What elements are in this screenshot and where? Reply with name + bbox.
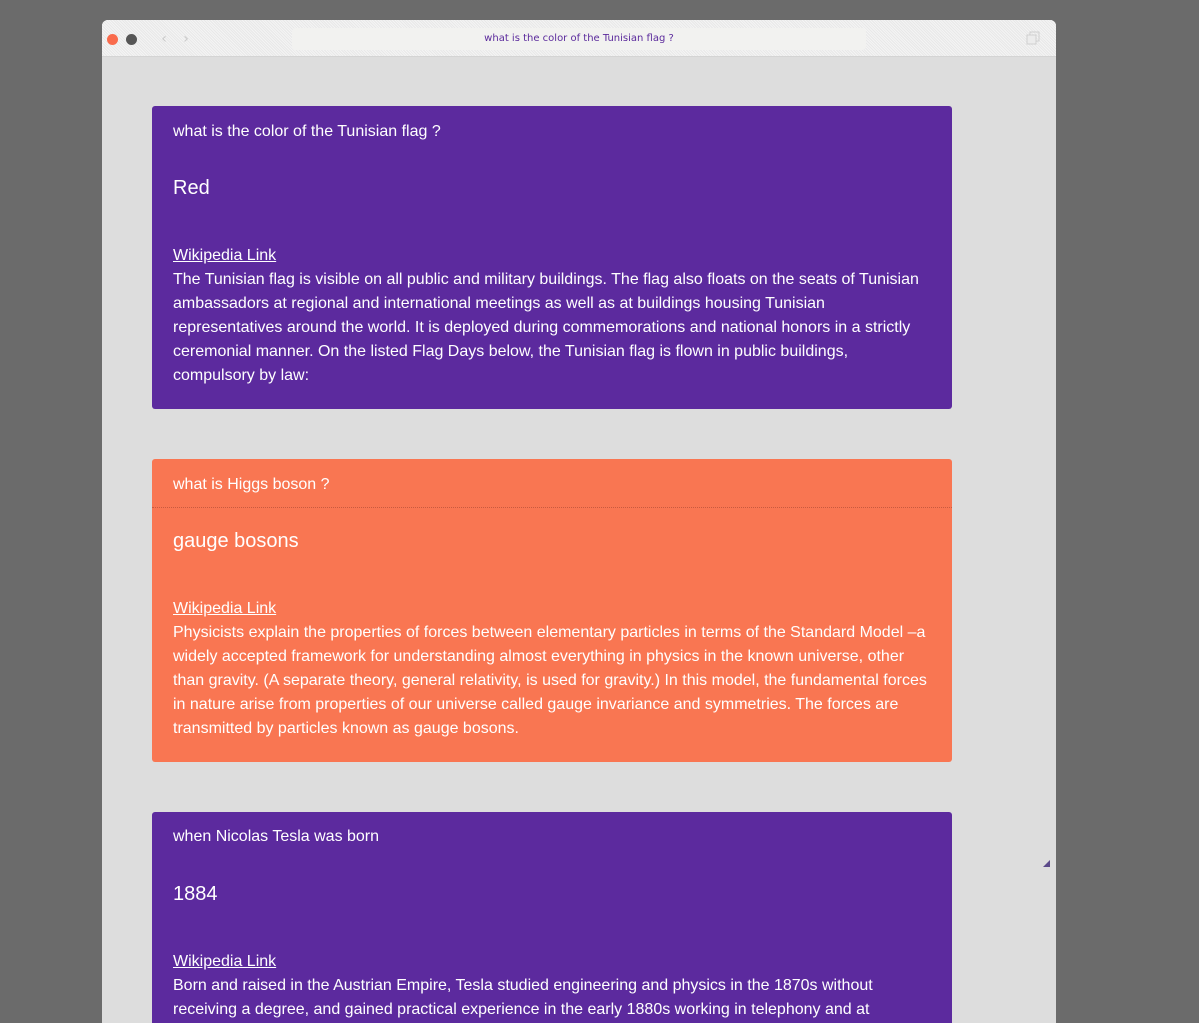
wikipedia-link[interactable]: Wikipedia Link bbox=[173, 244, 276, 268]
answer-text: gauge bosons bbox=[173, 530, 299, 552]
resize-handle[interactable] bbox=[1043, 860, 1050, 867]
qa-card: what is Higgs boson ? gauge bosons Wikip… bbox=[152, 459, 952, 762]
back-button[interactable]: ‹ bbox=[155, 29, 173, 49]
close-window-button[interactable] bbox=[107, 34, 118, 45]
wikipedia-link[interactable]: Wikipedia Link bbox=[173, 597, 276, 621]
browser-window: ‹ › what is the color of the Tunisian fl… bbox=[102, 20, 1056, 1023]
qa-card: when Nicolas Tesla was born 1884 Wikiped… bbox=[152, 812, 952, 1023]
question-divider bbox=[152, 507, 952, 508]
description-text: The Tunisian flag is visible on all publ… bbox=[173, 271, 919, 384]
question-text: what is Higgs boson ? bbox=[173, 476, 330, 493]
minimize-window-button[interactable] bbox=[126, 34, 137, 45]
tabs-overview-icon[interactable] bbox=[1026, 31, 1040, 45]
qa-card: what is the color of the Tunisian flag ?… bbox=[152, 106, 952, 409]
answer-text: 1884 bbox=[173, 883, 218, 905]
question-text: when Nicolas Tesla was born bbox=[173, 828, 380, 845]
description-text: Physicists explain the properties of for… bbox=[173, 624, 927, 737]
answer-text: Red bbox=[173, 177, 210, 199]
address-bar[interactable]: what is the color of the Tunisian flag ? bbox=[292, 28, 866, 50]
browser-titlebar: ‹ › what is the color of the Tunisian fl… bbox=[102, 20, 1056, 57]
description-text: Born and raised in the Austrian Empire, … bbox=[173, 977, 873, 1018]
forward-button[interactable]: › bbox=[177, 29, 195, 49]
question-text: what is the color of the Tunisian flag ? bbox=[173, 123, 441, 140]
wikipedia-link[interactable]: Wikipedia Link bbox=[173, 950, 276, 974]
